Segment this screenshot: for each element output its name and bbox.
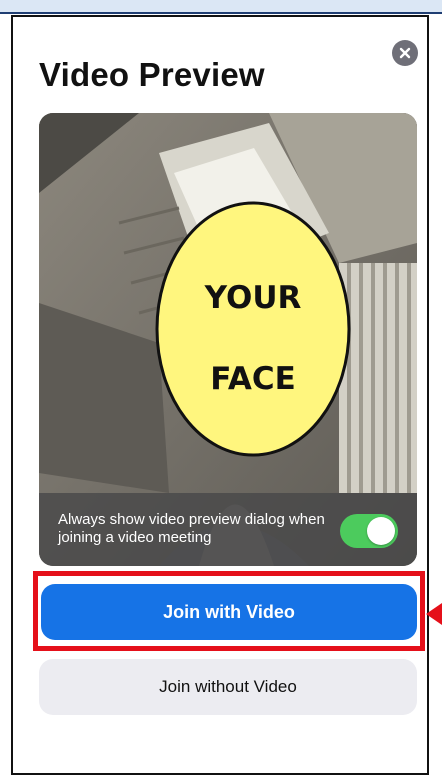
top-border-strip [0, 0, 442, 14]
arrow-left-icon [426, 603, 442, 625]
face-placeholder-line1: YOUR [204, 280, 302, 316]
always-show-preview-toggle[interactable] [340, 514, 398, 548]
dialog-title: Video Preview [39, 56, 265, 93]
always-show-preview-label: Always show video preview dialog when jo… [58, 511, 325, 546]
join-with-video-button[interactable]: Join with Video [41, 584, 417, 640]
face-placeholder-line2: FACE [210, 361, 296, 397]
close-button[interactable] [392, 40, 418, 66]
preview-settings-bar: Always show video preview dialog when jo… [39, 493, 417, 566]
close-icon [399, 47, 411, 59]
join-without-video-button[interactable]: Join without Video [39, 659, 417, 715]
toggle-knob [367, 517, 395, 545]
face-placeholder [155, 201, 351, 457]
video-preview: YOUR FACE Always show video preview dial… [39, 113, 417, 566]
